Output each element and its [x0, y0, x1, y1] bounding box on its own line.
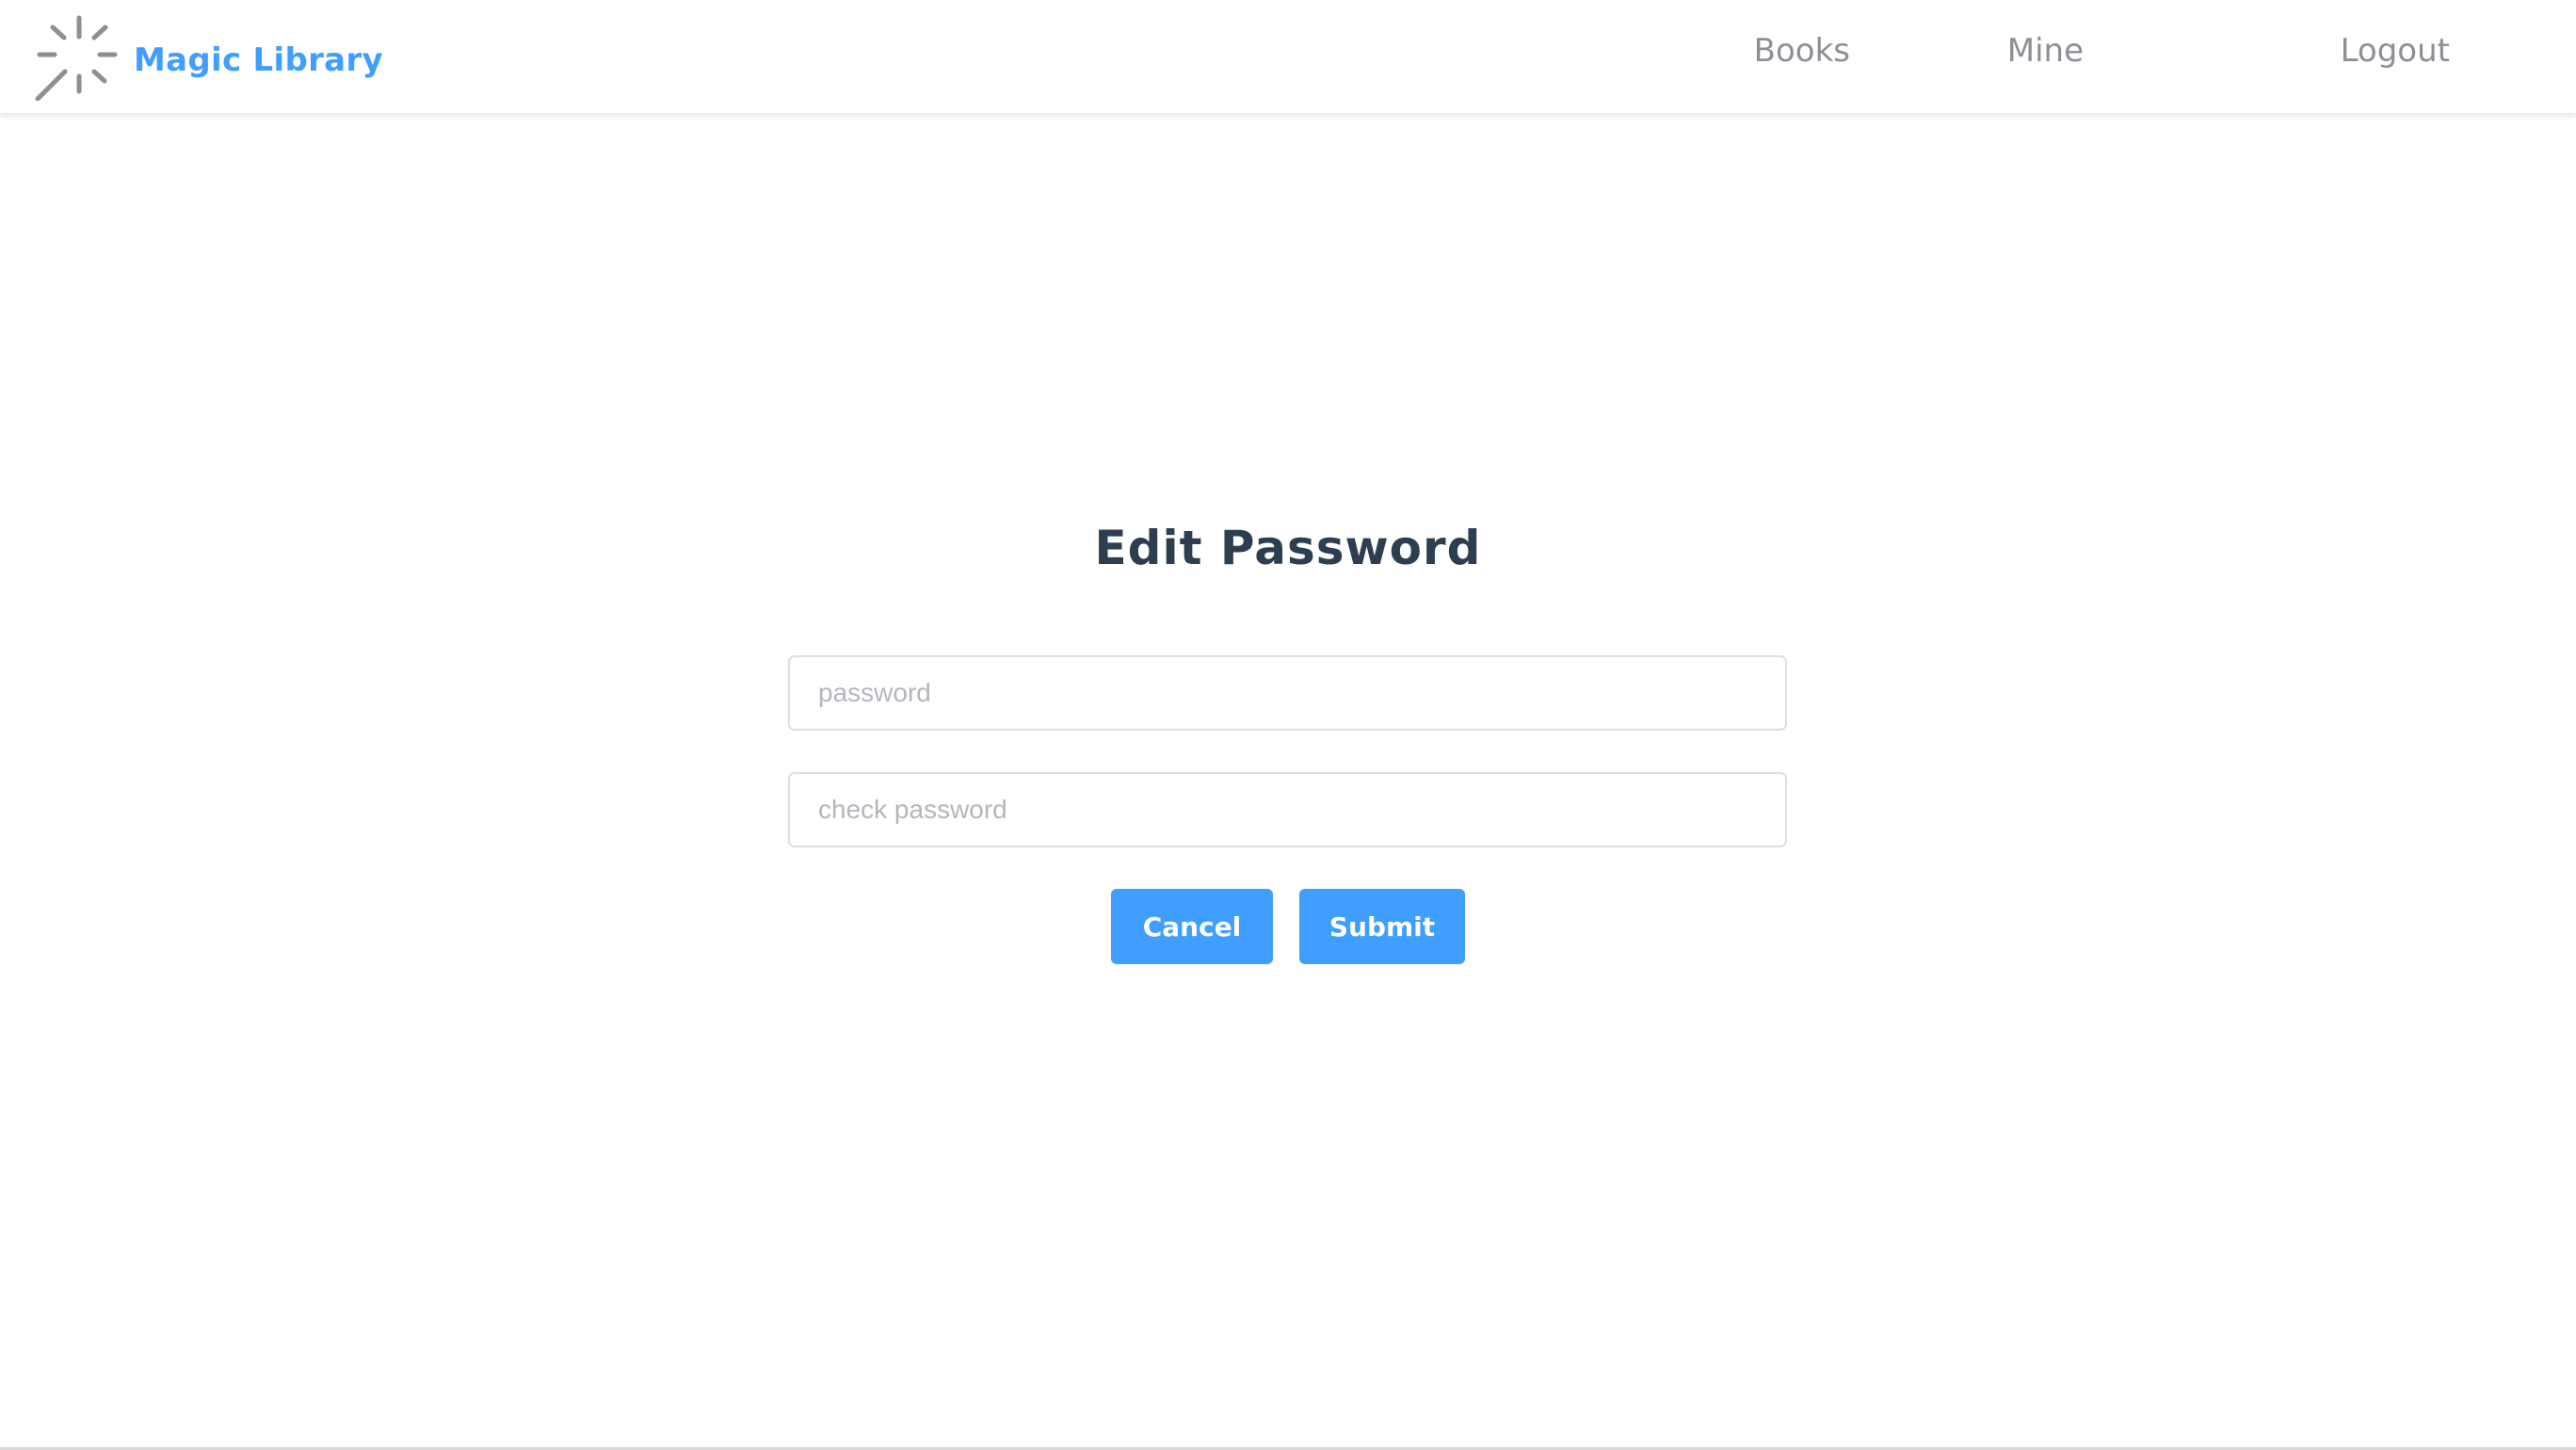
submit-button[interactable]: Submit	[1299, 889, 1465, 964]
top-navbar: Magic Library Books Mine Logout	[0, 0, 2576, 114]
password-field[interactable]	[788, 655, 1787, 731]
nav-item-logout[interactable]: Logout	[2341, 33, 2450, 69]
page: Magic Library Books Mine Logout Edit Pas…	[0, 0, 2576, 1450]
cancel-button[interactable]: Cancel	[1111, 889, 1273, 964]
check-password-field[interactable]	[788, 772, 1787, 847]
brand[interactable]: Magic Library	[34, 15, 383, 101]
page-title: Edit Password	[1094, 521, 1482, 575]
nav-item-mine[interactable]: Mine	[2007, 33, 2084, 69]
brand-name: Magic Library	[134, 41, 383, 79]
spinner-sparkle-icon	[35, 15, 118, 101]
nav-item-books[interactable]: Books	[1754, 33, 1850, 69]
